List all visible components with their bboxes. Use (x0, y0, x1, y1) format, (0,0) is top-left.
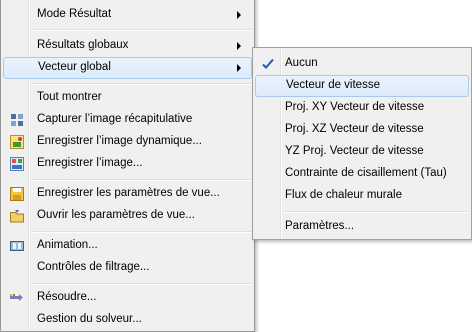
menu-item-label: Enregistrer l’image... (37, 157, 143, 169)
menu-item-capturer-image[interactable]: Capturer l’image récapitulative (3, 109, 252, 131)
menu-separator (31, 83, 252, 85)
menu-separator (31, 179, 252, 181)
submenu-item-vecteur-vitesse[interactable]: Vecteur de vitesse (255, 75, 469, 97)
submenu-item-label: Proj. XY Vecteur de vitesse (285, 101, 425, 113)
film-icon (9, 238, 25, 254)
submenu-item-label: Aucun (285, 57, 318, 69)
menu-item-label: Capturer l’image récapitulative (37, 113, 193, 125)
dynamic-image-icon (9, 134, 25, 150)
menu-item-label: Enregistrer les paramètres de vue... (37, 187, 220, 199)
submenu-item-parametres[interactable]: Paramètres... (255, 216, 469, 238)
menu-item-label: Tout montrer (37, 91, 102, 103)
submenu-item-label: Flux de chaleur murale (285, 189, 402, 201)
submenu-arrow-icon (237, 11, 241, 19)
menu-item-label: Résultats globaux (37, 39, 129, 51)
submenu-item-label: Proj. XZ Vecteur de vitesse (285, 123, 424, 135)
capture-icon (9, 112, 25, 128)
submenu-item-aucun[interactable]: Aucun (255, 53, 469, 75)
menu-separator (31, 231, 252, 233)
submenu-arrow-icon (237, 64, 241, 72)
checkmark-icon (260, 56, 276, 72)
menu-item-resoudre[interactable]: Résoudre... (3, 287, 252, 309)
menu-item-label: Vecteur global (38, 61, 111, 73)
menu-item-mode-resultat[interactable]: Mode Résultat (3, 4, 252, 26)
solve-icon (9, 290, 25, 306)
menu-item-label: Enregistrer l’image dynamique... (37, 135, 202, 147)
submenu-arrow-icon (237, 42, 241, 50)
menu-item-enregistrer-image-dynamique[interactable]: Enregistrer l’image dynamique... (3, 131, 252, 153)
menu-item-vecteur-global[interactable]: Vecteur global (3, 57, 252, 79)
image-icon (9, 156, 25, 172)
submenu-item-label: Contrainte de cisaillement (Tau) (285, 167, 447, 179)
submenu-item-proj-xz[interactable]: Proj. XZ Vecteur de vitesse (255, 119, 469, 141)
menu-item-tout-montrer[interactable]: Tout montrer (3, 87, 252, 109)
menu-item-enregistrer-image[interactable]: Enregistrer l’image... (3, 153, 252, 175)
menu-separator (31, 29, 252, 31)
open-folder-icon (9, 208, 25, 224)
menu-item-gestion-solveur[interactable]: Gestion du solveur... (3, 309, 252, 331)
menu-separator (283, 211, 469, 213)
menu-item-enregistrer-parametres-vue[interactable]: Enregistrer les paramètres de vue... (3, 183, 252, 205)
menu-item-animation[interactable]: Animation... (3, 235, 252, 257)
submenu-item-label: Vecteur de vitesse (286, 79, 380, 91)
context-menu: Mode Résultat Résultats globaux Vecteur … (0, 0, 255, 332)
vecteur-global-submenu: Aucun Vecteur de vitesse Proj. XY Vecteu… (252, 47, 472, 240)
submenu-item-proj-yz[interactable]: YZ Proj. Vecteur de vitesse (255, 141, 469, 163)
menu-item-label: Contrôles de filtrage... (37, 261, 150, 273)
menu-item-label: Animation... (37, 239, 98, 251)
submenu-item-proj-xy[interactable]: Proj. XY Vecteur de vitesse (255, 97, 469, 119)
submenu-item-label: YZ Proj. Vecteur de vitesse (285, 145, 424, 157)
menu-item-label: Résoudre... (37, 291, 97, 303)
menu-item-label: Mode Résultat (37, 8, 112, 20)
menu-item-label: Gestion du solveur... (37, 313, 142, 325)
submenu-item-flux-chaleur[interactable]: Flux de chaleur murale (255, 185, 469, 207)
menu-item-controles-filtrage[interactable]: Contrôles de filtrage... (3, 257, 252, 279)
submenu-item-label: Paramètres... (285, 220, 355, 232)
save-view-icon (9, 186, 25, 202)
menu-item-resultats-globaux[interactable]: Résultats globaux (3, 35, 252, 57)
menu-separator (31, 283, 252, 285)
menu-item-ouvrir-parametres-vue[interactable]: Ouvrir les paramètres de vue... (3, 205, 252, 227)
submenu-item-contrainte-cisaillement[interactable]: Contrainte de cisaillement (Tau) (255, 163, 469, 185)
menu-item-label: Ouvrir les paramètres de vue... (37, 209, 195, 221)
